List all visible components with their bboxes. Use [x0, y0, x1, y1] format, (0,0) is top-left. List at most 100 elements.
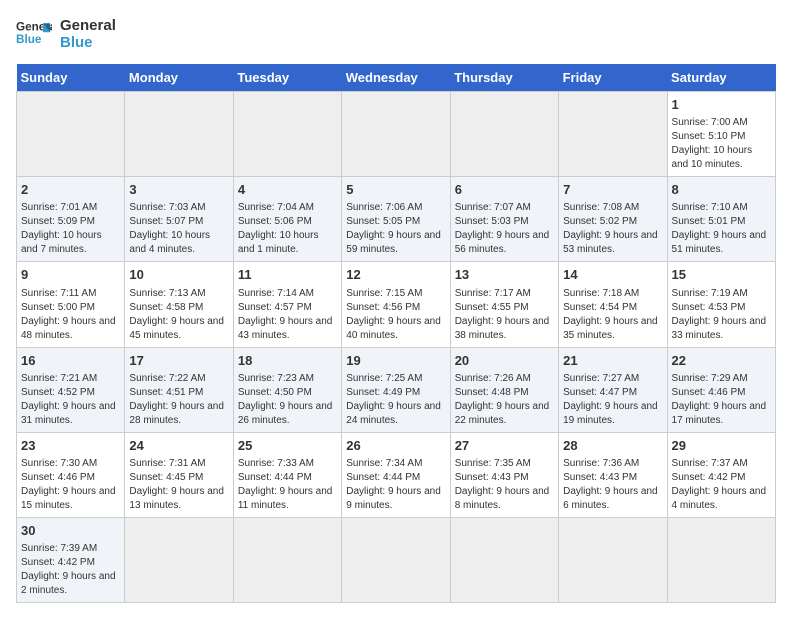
day-number: 22: [672, 352, 771, 370]
calendar-cell: 25 Sunrise: 7:33 AM Sunset: 4:44 PM Dayli…: [233, 432, 341, 517]
day-number: 19: [346, 352, 445, 370]
day-number: 7: [563, 181, 662, 199]
cell-info: Sunrise: 7:27 AM Sunset: 4:47 PM Dayligh…: [563, 372, 662, 428]
weekday-header-saturday: Saturday: [667, 64, 775, 92]
day-number: 13: [455, 266, 554, 284]
calendar-cell: 17 Sunrise: 7:22 AM Sunset: 4:51 PM Dayli…: [125, 347, 233, 432]
cell-info: Sunrise: 7:37 AM Sunset: 4:42 PM Dayligh…: [672, 457, 771, 513]
cell-info: Sunrise: 7:15 AM Sunset: 4:56 PM Dayligh…: [346, 287, 445, 343]
cell-info: Sunrise: 7:14 AM Sunset: 4:57 PM Dayligh…: [238, 287, 337, 343]
day-number: 28: [563, 437, 662, 455]
cell-info: Sunrise: 7:19 AM Sunset: 4:53 PM Dayligh…: [672, 287, 771, 343]
cell-info: Sunrise: 7:18 AM Sunset: 4:54 PM Dayligh…: [563, 287, 662, 343]
calendar-cell: [125, 92, 233, 177]
day-number: 1: [672, 96, 771, 114]
cell-info: Sunrise: 7:35 AM Sunset: 4:43 PM Dayligh…: [455, 457, 554, 513]
cell-info: Sunrise: 7:33 AM Sunset: 4:44 PM Dayligh…: [238, 457, 337, 513]
calendar-cell: 30 Sunrise: 7:39 AM Sunset: 4:42 PM Dayli…: [17, 517, 125, 602]
day-number: 12: [346, 266, 445, 284]
calendar-cell: 6Sunrise: 7:07 AM Sunset: 5:03 PM Daylig…: [450, 177, 558, 262]
cell-info: Sunrise: 7:08 AM Sunset: 5:02 PM Dayligh…: [563, 201, 662, 257]
calendar-cell: 29 Sunrise: 7:37 AM Sunset: 4:42 PM Dayli…: [667, 432, 775, 517]
calendar-cell: 18Sunrise: 7:23 AM Sunset: 4:50 PM Dayli…: [233, 347, 341, 432]
cell-info: Sunrise: 7:10 AM Sunset: 5:01 PM Dayligh…: [672, 201, 771, 257]
day-number: 15: [672, 266, 771, 284]
cell-info: Sunrise: 7:25 AM Sunset: 4:49 PM Dayligh…: [346, 372, 445, 428]
cell-info: Sunrise: 7:17 AM Sunset: 4:55 PM Dayligh…: [455, 287, 554, 343]
cell-info: Sunrise: 7:22 AM Sunset: 4:51 PM Dayligh…: [129, 372, 228, 428]
day-number: 17: [129, 352, 228, 370]
day-number: 11: [238, 266, 337, 284]
calendar-cell: 7 Sunrise: 7:08 AM Sunset: 5:02 PM Daylig…: [559, 177, 667, 262]
cell-info: Sunrise: 7:26 AM Sunset: 4:48 PM Dayligh…: [455, 372, 554, 428]
calendar-cell: 11 Sunrise: 7:14 AM Sunset: 4:57 PM Dayli…: [233, 262, 341, 347]
day-number: 10: [129, 266, 228, 284]
calendar-cell: 27 Sunrise: 7:35 AM Sunset: 4:43 PM Dayli…: [450, 432, 558, 517]
day-number: 9: [21, 266, 120, 284]
week-row-6: 30 Sunrise: 7:39 AM Sunset: 4:42 PM Dayli…: [17, 517, 776, 602]
calendar-cell: 21 Sunrise: 7:27 AM Sunset: 4:47 PM Dayli…: [559, 347, 667, 432]
day-number: 6: [455, 181, 554, 199]
calendar-cell: [559, 92, 667, 177]
day-number: 14: [563, 266, 662, 284]
cell-info: Sunrise: 7:21 AM Sunset: 4:52 PM Dayligh…: [21, 372, 120, 428]
calendar-cell: [125, 517, 233, 602]
calendar-cell: 2 Sunrise: 7:01 AM Sunset: 5:09 PM Daylig…: [17, 177, 125, 262]
calendar-cell: 16 Sunrise: 7:21 AM Sunset: 4:52 PM Dayli…: [17, 347, 125, 432]
logo: General Blue General Blue: [16, 16, 116, 52]
cell-info: Sunrise: 7:30 AM Sunset: 4:46 PM Dayligh…: [21, 457, 120, 513]
cell-info: Sunrise: 7:36 AM Sunset: 4:43 PM Dayligh…: [563, 457, 662, 513]
day-number: 26: [346, 437, 445, 455]
day-number: 27: [455, 437, 554, 455]
weekday-header-monday: Monday: [125, 64, 233, 92]
cell-info: Sunrise: 7:29 AM Sunset: 4:46 PM Dayligh…: [672, 372, 771, 428]
day-number: 30: [21, 522, 120, 540]
weekday-header-thursday: Thursday: [450, 64, 558, 92]
calendar-cell: 13 Sunrise: 7:17 AM Sunset: 4:55 PM Dayli…: [450, 262, 558, 347]
calendar-cell: [233, 517, 341, 602]
calendar-cell: [559, 517, 667, 602]
cell-info: Sunrise: 7:06 AM Sunset: 5:05 PM Dayligh…: [346, 201, 445, 257]
day-number: 8: [672, 181, 771, 199]
day-number: 16: [21, 352, 120, 370]
calendar-cell: [450, 92, 558, 177]
day-number: 20: [455, 352, 554, 370]
calendar-cell: 28 Sunrise: 7:36 AM Sunset: 4:43 PM Dayli…: [559, 432, 667, 517]
calendar-cell: 19 Sunrise: 7:25 AM Sunset: 4:49 PM Dayli…: [342, 347, 450, 432]
cell-info: Sunrise: 7:34 AM Sunset: 4:44 PM Dayligh…: [346, 457, 445, 513]
day-number: 2: [21, 181, 120, 199]
calendar-cell: 5 Sunrise: 7:06 AM Sunset: 5:05 PM Daylig…: [342, 177, 450, 262]
week-row-3: 9 Sunrise: 7:11 AM Sunset: 5:00 PM Daylig…: [17, 262, 776, 347]
day-number: 5: [346, 181, 445, 199]
calendar-cell: [17, 92, 125, 177]
cell-info: Sunrise: 7:03 AM Sunset: 5:07 PM Dayligh…: [129, 201, 228, 257]
calendar-cell: [233, 92, 341, 177]
cell-info: Sunrise: 7:00 AM Sunset: 5:10 PM Dayligh…: [672, 116, 771, 172]
week-row-4: 16 Sunrise: 7:21 AM Sunset: 4:52 PM Dayli…: [17, 347, 776, 432]
calendar-cell: 22 Sunrise: 7:29 AM Sunset: 4:46 PM Dayli…: [667, 347, 775, 432]
logo-icon: General Blue: [16, 16, 52, 52]
cell-info: Sunrise: 7:13 AM Sunset: 4:58 PM Dayligh…: [129, 287, 228, 343]
calendar-cell: [342, 92, 450, 177]
weekday-header-friday: Friday: [559, 64, 667, 92]
cell-info: Sunrise: 7:39 AM Sunset: 4:42 PM Dayligh…: [21, 542, 120, 598]
day-number: 29: [672, 437, 771, 455]
weekday-header-wednesday: Wednesday: [342, 64, 450, 92]
calendar-cell: 3Sunrise: 7:03 AM Sunset: 5:07 PM Daylig…: [125, 177, 233, 262]
calendar-cell: 9 Sunrise: 7:11 AM Sunset: 5:00 PM Daylig…: [17, 262, 125, 347]
logo-blue-text: Blue: [60, 34, 116, 51]
cell-info: Sunrise: 7:31 AM Sunset: 4:45 PM Dayligh…: [129, 457, 228, 513]
day-number: 21: [563, 352, 662, 370]
page-header: General Blue General Blue: [16, 16, 776, 52]
calendar-cell: [342, 517, 450, 602]
day-number: 25: [238, 437, 337, 455]
weekday-header-sunday: Sunday: [17, 64, 125, 92]
week-row-5: 23Sunrise: 7:30 AM Sunset: 4:46 PM Dayli…: [17, 432, 776, 517]
calendar-cell: 15 Sunrise: 7:19 AM Sunset: 4:53 PM Dayli…: [667, 262, 775, 347]
calendar-cell: 26 Sunrise: 7:34 AM Sunset: 4:44 PM Dayli…: [342, 432, 450, 517]
cell-info: Sunrise: 7:01 AM Sunset: 5:09 PM Dayligh…: [21, 201, 120, 257]
logo-general-text: General: [60, 17, 116, 34]
calendar-cell: 23Sunrise: 7:30 AM Sunset: 4:46 PM Dayli…: [17, 432, 125, 517]
cell-info: Sunrise: 7:11 AM Sunset: 5:00 PM Dayligh…: [21, 287, 120, 343]
calendar-cell: 24Sunrise: 7:31 AM Sunset: 4:45 PM Dayli…: [125, 432, 233, 517]
